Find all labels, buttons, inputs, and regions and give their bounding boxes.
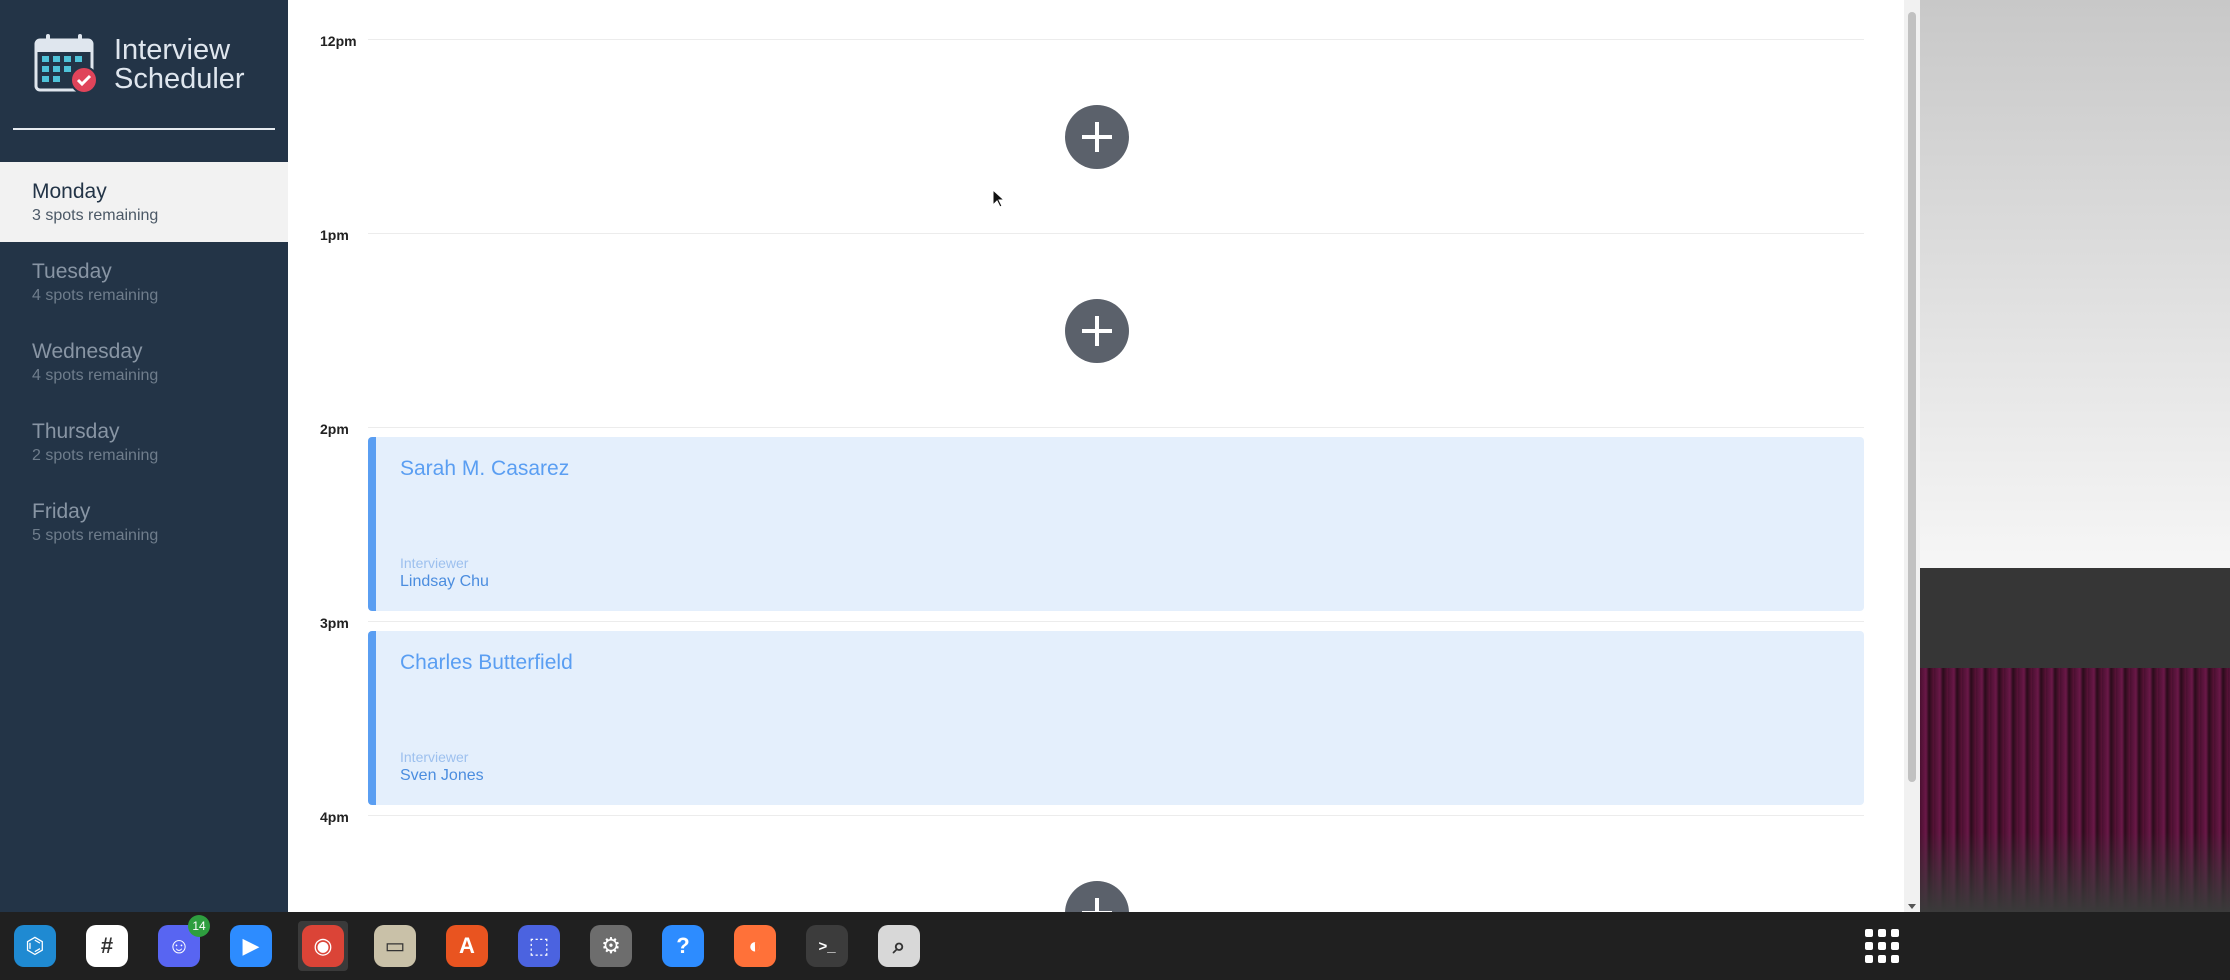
vscode-icon: ⌬ [14, 925, 56, 967]
sidebar: Interview Scheduler Monday 3 spots remai… [0, 0, 288, 912]
day-name: Friday [32, 500, 91, 523]
taskbar-image-viewer-button[interactable]: ⌕ [874, 921, 924, 971]
scrollbar-thumb[interactable] [1908, 12, 1916, 782]
interviewer-label: Interviewer [400, 749, 469, 765]
background-panel [1920, 568, 2230, 668]
slot-divider [368, 427, 1864, 428]
slot-time-label: 4pm [320, 809, 349, 825]
day-spots: 4 spots remaining [32, 287, 159, 304]
firefox-icon: ◐ [734, 925, 776, 967]
plus-icon [1082, 316, 1112, 346]
plus-icon [1082, 122, 1112, 152]
taskbar-chrome-button[interactable]: ◉ [298, 921, 348, 971]
time-slot-2pm: 2pm Sarah M. Casarez Interviewer Lindsay… [288, 388, 1904, 611]
background-window [1920, 0, 2230, 568]
add-appointment-button[interactable] [1065, 881, 1129, 912]
day-name: Monday [32, 180, 107, 203]
taskbar: ⌬ # ☺ 14 ▶ ◉ ▭ A ⬚ ⚙? ◐ >_ ⌕ [0, 912, 2230, 980]
time-slot-1pm: 1pm [288, 194, 1904, 388]
schedule: 12pm 1pm 2pm Sarah M. Casarez Interviewe… [288, 0, 1904, 912]
day-item-friday[interactable]: Friday 5 spots remaining [0, 482, 288, 562]
day-list: Monday 3 spots remaining Tuesday 4 spots… [0, 162, 288, 562]
image-viewer-icon: ⌕ [878, 925, 920, 967]
student-name: Sarah M. Casarez [400, 457, 570, 480]
day-item-wednesday[interactable]: Wednesday 4 spots remaining [0, 322, 288, 402]
mouse-pointer-icon [992, 189, 1006, 208]
taskbar-files-button[interactable]: ▭ [370, 921, 420, 971]
taskbar-software-center-button[interactable]: A [442, 921, 492, 971]
slot-divider [368, 815, 1864, 816]
desktop-background [1920, 0, 2230, 912]
day-name: Tuesday [32, 260, 112, 283]
page-scrollbar[interactable] [1904, 0, 1920, 912]
brand: Interview Scheduler [34, 34, 245, 96]
taskbar-screenshot-button[interactable]: ⬚ [514, 921, 564, 971]
day-spots: 3 spots remaining [32, 207, 159, 224]
calendar-logo-icon [34, 34, 98, 94]
day-name: Wednesday [32, 340, 143, 363]
student-name: Charles Butterfield [400, 651, 573, 674]
screen: Interview Scheduler Monday 3 spots remai… [0, 0, 2230, 980]
day-item-thursday[interactable]: Thursday 2 spots remaining [0, 402, 288, 482]
app-title: Interview Scheduler [114, 36, 245, 94]
time-slot-4pm: 4pm [288, 776, 1904, 912]
taskbar-settings-button[interactable]: ⚙ [586, 921, 636, 971]
app-title-line2: Scheduler [114, 63, 245, 95]
taskbar-zoom-button[interactable]: ▶ [226, 921, 276, 971]
slot-time-label: 12pm [320, 33, 357, 49]
slot-time-label: 3pm [320, 615, 349, 631]
taskbar-vscode-button[interactable]: ⌬ [10, 921, 60, 971]
taskbar-terminal-button[interactable]: >_ [802, 921, 852, 971]
time-slot-3pm: 3pm Charles Butterfield Interviewer Sven… [288, 582, 1904, 805]
app-title-line1: Interview [114, 34, 231, 66]
plus-icon [1082, 898, 1112, 912]
taskbar-discord-button[interactable]: ☺ 14 [154, 915, 210, 971]
slot-time-label: 2pm [320, 421, 349, 437]
zoom-icon: ▶ [230, 925, 272, 967]
day-spots: 5 spots remaining [32, 527, 159, 544]
add-appointment-button[interactable] [1065, 105, 1129, 169]
screenshot-icon: ⬚ [518, 925, 560, 967]
slot-divider [368, 621, 1864, 622]
slot-time-label: 1pm [320, 227, 349, 243]
taskbar-help-button[interactable]: ? [658, 921, 708, 971]
day-name: Thursday [32, 420, 120, 443]
slack-icon: # [86, 925, 128, 967]
show-applications-icon[interactable] [1862, 926, 1902, 966]
taskbar-slack-button[interactable]: # [82, 921, 132, 971]
day-item-tuesday[interactable]: Tuesday 4 spots remaining [0, 242, 288, 322]
terminal-icon: >_ [806, 925, 848, 967]
add-appointment-button[interactable] [1065, 299, 1129, 363]
day-spots: 4 spots remaining [32, 367, 159, 384]
scroll-down-arrow-icon[interactable] [1908, 904, 1916, 909]
wallpaper [1920, 668, 2230, 912]
sidebar-divider [13, 128, 275, 130]
software-center-icon: A [446, 925, 488, 967]
slot-divider [368, 233, 1864, 234]
settings-icon: ⚙ [590, 925, 632, 967]
day-spots: 2 spots remaining [32, 447, 159, 464]
help-icon: ? [662, 925, 704, 967]
interviewer-label: Interviewer [400, 555, 469, 571]
time-slot-12pm: 12pm [288, 0, 1904, 194]
slot-divider [368, 39, 1864, 40]
files-icon: ▭ [374, 925, 416, 967]
day-item-monday[interactable]: Monday 3 spots remaining [0, 162, 288, 242]
chrome-icon: ◉ [302, 925, 344, 967]
notification-badge: 14 [188, 915, 210, 937]
taskbar-firefox-button[interactable]: ◐ [730, 921, 780, 971]
